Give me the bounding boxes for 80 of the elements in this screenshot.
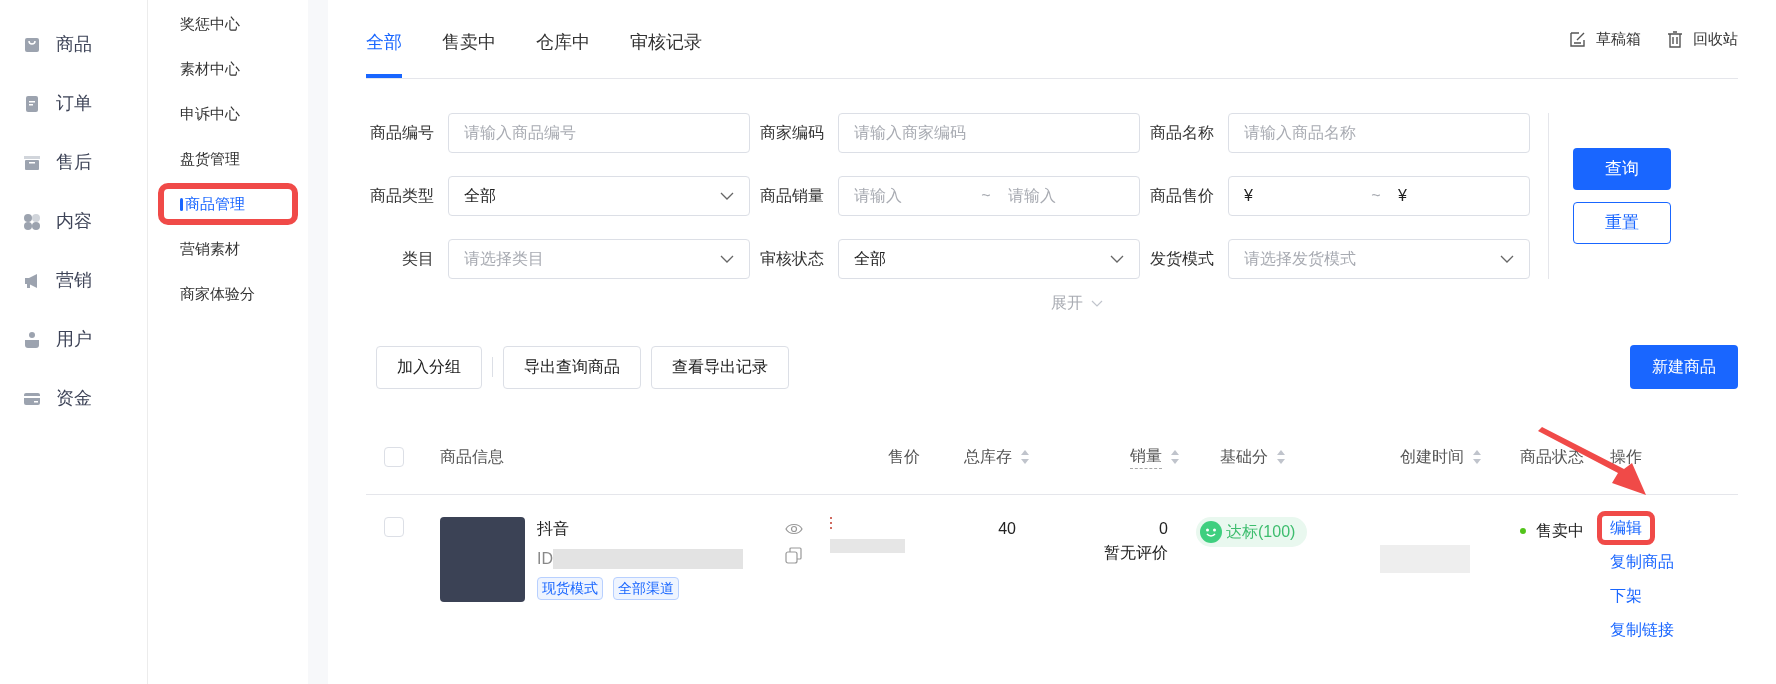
nav-item[interactable]: 资金 — [0, 369, 147, 428]
sort-icon[interactable] — [1170, 448, 1180, 465]
filter-label: 商品类型 — [369, 186, 435, 206]
edit-icon — [1569, 30, 1586, 48]
smiley-icon — [1200, 521, 1222, 543]
product-id-label: ID — [537, 549, 553, 569]
filter-label: 商品编号 — [369, 123, 435, 143]
sort-icon[interactable] — [1276, 448, 1286, 465]
nav-item[interactable]: 售后 — [0, 133, 147, 192]
input-field[interactable]: 请输入商家编码 — [838, 113, 1140, 153]
column-header: 售价 — [888, 446, 920, 467]
sort-icon[interactable] — [1472, 448, 1482, 465]
query-button[interactable]: 查询 — [1573, 148, 1671, 190]
filter-label: 商品销量 — [759, 186, 825, 206]
filter-label: 发货模式 — [1149, 249, 1215, 269]
tag: 现货模式 — [537, 577, 603, 600]
rating-text: 暂无评价 — [1104, 543, 1168, 563]
toolbar-button[interactable]: 查看导出记录 — [651, 345, 789, 389]
column-header: 商品信息 — [440, 446, 504, 467]
sub-nav-item[interactable]: 商家体验分 — [180, 282, 255, 306]
action-link[interactable]: 编辑 — [1610, 519, 1642, 536]
create-product-button[interactable]: 新建商品 — [1630, 345, 1738, 389]
stock-value: 40 — [997, 519, 1017, 539]
filter-label: 商家编码 — [759, 123, 825, 143]
column-header: 操作 — [1610, 446, 1642, 467]
user-icon — [22, 329, 42, 350]
nav-item[interactable]: 商品 — [0, 15, 147, 74]
chevron-down-icon — [1500, 255, 1514, 263]
action-link[interactable]: 复制商品 — [1610, 553, 1674, 570]
chevron-down-icon — [720, 255, 734, 263]
tab[interactable]: 售卖中 — [442, 29, 496, 78]
sub-nav-item[interactable]: 营销素材 — [180, 237, 240, 261]
circles-icon — [22, 211, 42, 232]
nav-item[interactable]: 用户 — [0, 310, 147, 369]
tab[interactable]: 仓库中 — [536, 29, 590, 78]
sub-nav-item[interactable]: 申诉中心 — [180, 102, 240, 126]
column-header: 创建时间 — [1400, 446, 1464, 467]
filter-label: 审核状态 — [759, 249, 825, 269]
chevron-down-icon — [720, 192, 734, 200]
range-field[interactable]: ¥ ~ ¥ — [1228, 176, 1530, 216]
sales-value: 0 — [1159, 519, 1168, 539]
filter-label: 商品名称 — [1149, 123, 1215, 143]
row-checkbox[interactable] — [384, 517, 404, 537]
nav-item[interactable]: 内容 — [0, 192, 147, 251]
select-field[interactable]: 全部 — [838, 239, 1140, 279]
chevron-down-icon — [1110, 255, 1124, 263]
toolbar-link[interactable]: 草稿箱 — [1569, 28, 1641, 51]
status-text: 售卖中 — [1536, 521, 1584, 541]
filter-label: 商品售价 — [1149, 186, 1215, 206]
input-field[interactable]: 请输入商品编号 — [448, 113, 750, 153]
tag: 全部渠道 — [613, 577, 679, 600]
input-field[interactable]: 请输入商品名称 — [1228, 113, 1530, 153]
product-name: 抖音 — [537, 519, 570, 539]
chevron-down-icon — [1091, 299, 1103, 307]
tab[interactable]: 全部 — [366, 29, 402, 78]
nav-item[interactable]: 订单 — [0, 74, 147, 133]
select-all-checkbox[interactable] — [384, 446, 404, 467]
toolbar-link[interactable]: 回收站 — [1667, 28, 1738, 51]
trash-icon — [1667, 30, 1683, 48]
active-indicator — [180, 197, 183, 211]
sub-nav-item[interactable]: 盘货管理 — [180, 147, 240, 171]
reset-button[interactable]: 重置 — [1573, 202, 1671, 244]
filter-label: 类目 — [401, 249, 435, 269]
sub-nav-item[interactable]: 奖惩中心 — [180, 12, 240, 36]
toolbar-button[interactable]: 导出查询商品 — [503, 345, 641, 389]
action-link[interactable]: 下架 — [1610, 587, 1642, 604]
toolbar-button[interactable]: 加入分组 — [376, 345, 482, 389]
column-header: 基础分 — [1220, 446, 1268, 467]
column-header: 总库存 — [964, 446, 1012, 467]
sub-nav-item[interactable]: 商品管理 — [180, 192, 245, 216]
sub-nav-item[interactable]: 素材中心 — [180, 57, 240, 81]
eye-icon[interactable] — [785, 523, 803, 535]
tab[interactable]: 审核记录 — [630, 29, 702, 78]
copy-icon[interactable] — [785, 547, 802, 564]
sort-icon[interactable] — [1020, 448, 1030, 465]
action-link[interactable]: 复制链接 — [1610, 621, 1674, 638]
nav-item[interactable]: 营销 — [0, 251, 147, 310]
column-header: 销量 — [1130, 444, 1162, 469]
score-badge: 达标(100) — [1196, 517, 1308, 547]
select-field[interactable]: 全部 — [448, 176, 750, 216]
